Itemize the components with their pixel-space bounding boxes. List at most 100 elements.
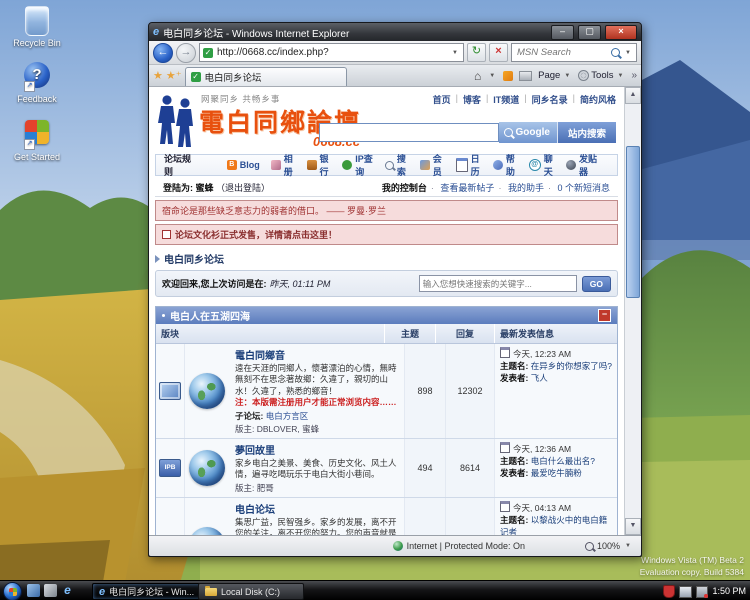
tools-menu-button[interactable]: Tools▼	[578, 70, 625, 81]
back-button[interactable]: ←	[153, 43, 173, 63]
my-console-link[interactable]: 我的控制台	[382, 183, 427, 193]
desktop-icon-feedback[interactable]: ?↗ Feedback	[4, 62, 70, 104]
forum-description: 遠在天涯的同鄉人，懷著漂泊的心情，無時無刻不在思念著故鄉：久違了，親切的山水！久…	[235, 363, 398, 409]
forward-button[interactable]: →	[176, 43, 196, 63]
command-overflow-icon[interactable]	[631, 70, 637, 81]
toolbar-chat-link[interactable]: @聊天	[529, 152, 555, 178]
go-button[interactable]: GO	[582, 276, 611, 292]
security-alert-icon[interactable]	[663, 585, 675, 598]
toolbar-members-link[interactable]: 会员	[420, 152, 445, 178]
quick-search-input[interactable]	[419, 275, 577, 292]
collapse-button[interactable]	[598, 309, 611, 322]
my-assistant-link[interactable]: 我的助手	[508, 183, 544, 193]
taskbar-clock[interactable]: 1:50 PM	[712, 581, 746, 600]
forum-info: 夢回故里 家乡电白之美景、美食、历史文化、风土人情，遍寻吃喝玩乐于电白大街小巷间…	[229, 439, 405, 497]
close-button[interactable]: ×	[605, 25, 637, 40]
site-search-button[interactable]: 站内搜索	[557, 122, 616, 143]
new-messages-link[interactable]: 0 个新短消息	[557, 183, 610, 193]
titlebar[interactable]: e 电白同乡论坛 - Windows Internet Explorer – ▢…	[149, 23, 641, 41]
column-topics: 主题	[384, 324, 435, 343]
calendar-icon	[500, 442, 510, 453]
forum-name-link[interactable]: 電白同鄉音	[235, 347, 398, 362]
switch-windows-icon[interactable]	[44, 584, 57, 597]
forum-rules-link[interactable]: 论坛规则	[164, 152, 193, 178]
nav-simple-style-link[interactable]: 简约风格	[580, 93, 616, 106]
zoom-control[interactable]: 100% ▼	[585, 541, 633, 551]
internet-zone-icon	[393, 541, 403, 551]
page-menu-button[interactable]: Page▼	[538, 70, 572, 81]
print-icon[interactable]	[519, 71, 532, 81]
forum-row: 電白同鄉音 遠在天涯的同鄉人，懷著漂泊的心情，無時無刻不在思念著故鄉：久違了，親…	[156, 344, 617, 439]
announcement-sale[interactable]: 论坛文化衫正式发售，详情请点击这里！	[155, 224, 618, 245]
toolbar-blog-link[interactable]: BBlog	[227, 160, 260, 170]
home-icon[interactable]: ⌂	[474, 69, 481, 83]
stop-button[interactable]: ×	[489, 43, 508, 62]
site-favicon-icon: ✓	[203, 48, 213, 58]
ie-quicklaunch-icon[interactable]: e	[61, 584, 74, 597]
ipb-badge-icon: IPB	[159, 459, 181, 477]
show-desktop-icon[interactable]	[27, 584, 40, 597]
toolbar-calendar-link[interactable]: 日历	[456, 152, 482, 178]
toolbar-album-link[interactable]: 相册	[271, 152, 296, 178]
google-search-button[interactable]: Google	[499, 122, 557, 143]
add-favorite-icon[interactable]: ★⁺	[166, 67, 182, 86]
toolbar-poster-link[interactable]: 发贴器	[566, 152, 598, 178]
home-dropdown-icon[interactable]: ▼	[487, 73, 497, 79]
scrollbar-track[interactable]	[625, 104, 641, 518]
feedback-icon: ?↗	[22, 62, 52, 92]
breadcrumb[interactable]: 电白同乡论坛	[155, 251, 618, 266]
minimize-button[interactable]: –	[551, 25, 574, 40]
network-icon[interactable]	[679, 586, 692, 598]
forum-name-link[interactable]: 夢回故里	[235, 442, 398, 457]
forum-name-link[interactable]: 电白论坛	[235, 501, 398, 516]
replies-count: 8614	[446, 439, 495, 497]
address-field[interactable]: ✓ http://0668.cc/index.php? ▼	[199, 43, 464, 62]
search-dropdown-icon[interactable]: ▼	[623, 50, 633, 56]
volume-muted-icon[interactable]	[696, 586, 708, 598]
section-header[interactable]: 电白人在五湖四海	[156, 307, 617, 324]
browser-search-input[interactable]	[515, 46, 608, 59]
toolbar-ip-lookup-link[interactable]: IP查询	[342, 152, 374, 178]
status-text: Internet | Protected Mode: On	[407, 541, 525, 551]
latest-posts-link[interactable]: 查看最新帖子	[440, 183, 494, 193]
toolbar-help-link[interactable]: 帮助	[493, 152, 518, 178]
maximize-button[interactable]: ▢	[578, 25, 601, 40]
nav-directory-link[interactable]: 同乡名录	[532, 93, 568, 106]
taskbar-task-ie[interactable]: e 电白同乡论坛 - Win...	[92, 583, 204, 600]
feeds-icon[interactable]	[503, 71, 513, 81]
scroll-up-icon[interactable]: ▲	[625, 87, 641, 104]
favorites-star-icon[interactable]: ★	[153, 67, 163, 86]
site-search-input[interactable]	[319, 123, 499, 142]
scroll-down-icon[interactable]: ▼	[625, 518, 641, 535]
bullet-icon	[162, 314, 165, 317]
nav-home-link[interactable]: 首页	[433, 93, 451, 106]
calendar-icon	[500, 347, 510, 358]
toolbar-search-link[interactable]: 搜索	[385, 152, 409, 178]
nav-blog-link[interactable]: 博客	[463, 93, 481, 106]
section-title: 电白人在五湖四海	[170, 308, 250, 323]
quick-launch: e	[27, 584, 74, 597]
last-poster-link[interactable]: 飞人	[531, 373, 548, 383]
last-topic-link[interactable]: 在异乡的你想家了吗?	[531, 361, 612, 371]
desktop-icon-recycle-bin[interactable]: Recycle Bin	[4, 6, 70, 48]
taskbar-task-local-disk[interactable]: Local Disk (C:)	[198, 583, 304, 600]
refresh-button[interactable]: ↻	[467, 43, 486, 62]
desktop-icon-get-started[interactable]: ↗ Get Started	[4, 118, 70, 162]
nav-it-channel-link[interactable]: IT频道	[493, 93, 519, 106]
vertical-scrollbar[interactable]: ▲ ▼	[624, 87, 641, 535]
toolbar-bank-link[interactable]: 银行	[307, 152, 332, 178]
tab-active[interactable]: ✓ 电白同乡论坛	[185, 67, 347, 86]
forum-info: 电白论坛 集思广益，民智强乡。家乡的发展，离不开您的关注，离不开您的努力。您的声…	[229, 498, 405, 535]
browser-search-box[interactable]: ▼	[511, 43, 637, 62]
bank-icon	[307, 160, 317, 170]
last-topic-link[interactable]: 电白什么最出名?	[531, 456, 595, 466]
search-icon[interactable]	[611, 48, 620, 57]
scrollbar-thumb[interactable]	[626, 146, 640, 298]
last-poster-link[interactable]: 最爱吃牛腩粉	[531, 468, 582, 478]
address-dropdown-icon[interactable]: ▼	[450, 50, 460, 56]
subforum-link[interactable]: 电白方言区	[266, 411, 309, 421]
page-menu-label: Page	[538, 70, 560, 81]
start-button[interactable]	[3, 582, 22, 600]
logout-link[interactable]: （退出登陆）	[216, 183, 270, 193]
username: 蜜蜂	[196, 183, 214, 193]
